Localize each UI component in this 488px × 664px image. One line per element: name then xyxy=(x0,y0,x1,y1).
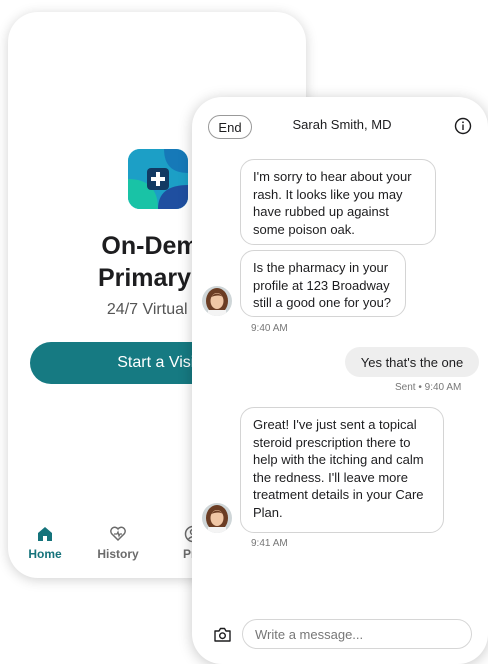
nav-item-history[interactable]: History xyxy=(88,524,148,561)
nav-item-home[interactable]: Home xyxy=(15,524,75,561)
chat-header: End Sarah Smith, MD xyxy=(192,97,488,153)
message-bubble-doctor: I'm sorry to hear about your rash. It lo… xyxy=(240,159,436,245)
nav-label-home: Home xyxy=(28,547,62,561)
info-icon[interactable] xyxy=(454,117,472,135)
nav-label-history: History xyxy=(97,547,139,561)
message-timestamp: 9:40 AM xyxy=(251,323,288,334)
doctor-name: Sarah Smith, MD xyxy=(292,117,392,132)
camera-icon[interactable] xyxy=(214,627,231,642)
home-icon xyxy=(15,524,75,544)
doctor-avatar xyxy=(202,503,232,533)
end-visit-button[interactable]: End xyxy=(208,115,252,139)
message-bubble-patient: Yes that's the one xyxy=(345,347,479,377)
message-input[interactable] xyxy=(242,619,472,649)
message-bubble-doctor: Is the pharmacy in your profile at 123 B… xyxy=(240,250,406,317)
message-timestamp: 9:41 AM xyxy=(251,538,288,549)
chat-screen: End Sarah Smith, MD I'm sorry to hear ab… xyxy=(192,97,488,664)
medical-plus-logo xyxy=(128,149,188,209)
heart-history-icon xyxy=(88,524,148,544)
doctor-avatar xyxy=(202,286,232,316)
message-bubble-doctor: Great! I've just sent a topical steroid … xyxy=(240,407,444,533)
message-status: Sent • 9:40 AM xyxy=(395,382,462,393)
message-composer xyxy=(192,615,488,655)
